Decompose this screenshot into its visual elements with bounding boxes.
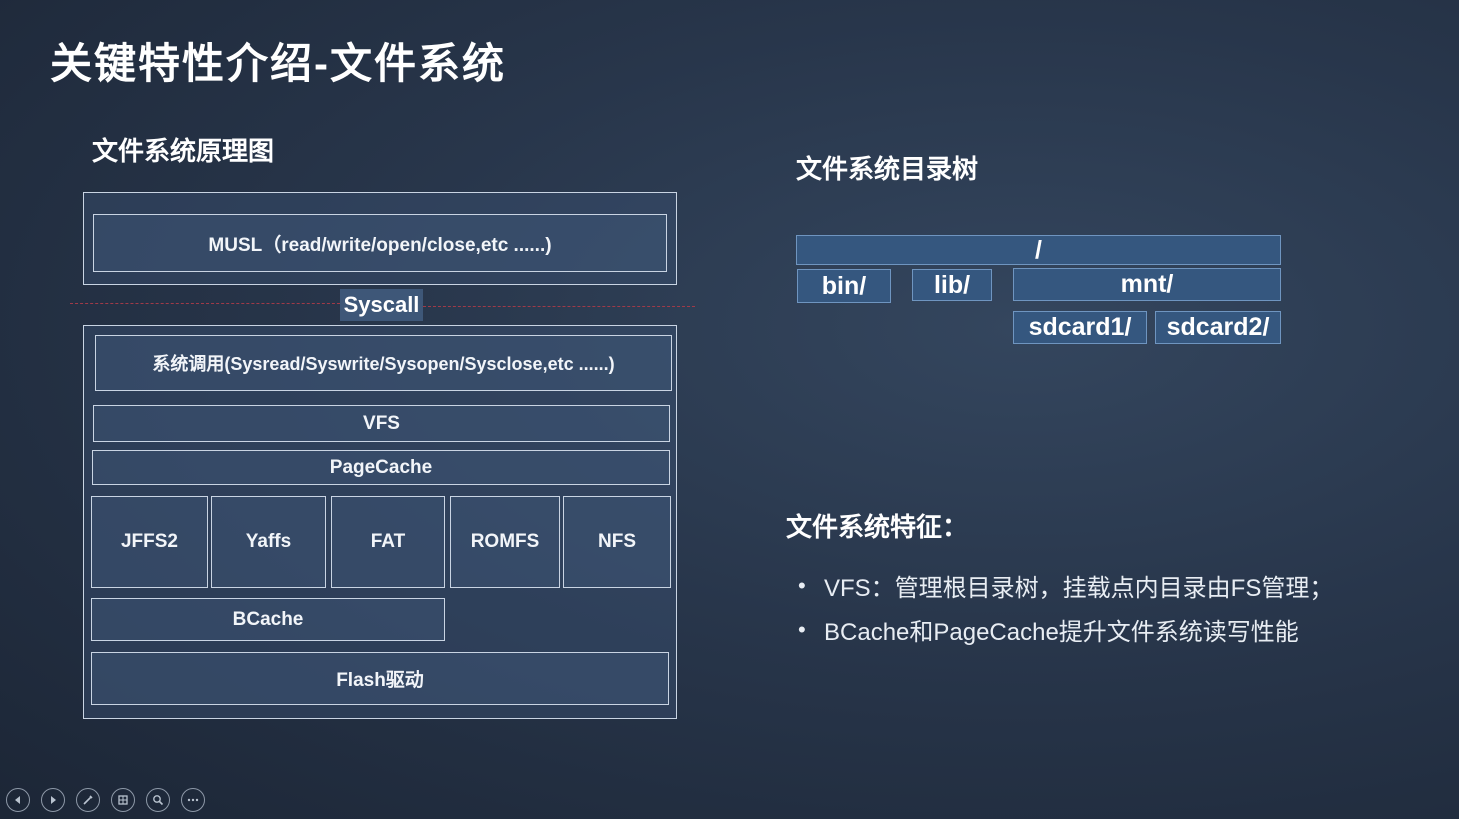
fs-yaffs: Yaffs <box>211 496 326 588</box>
slide-title: 关键特性介绍-文件系统 <box>50 40 506 87</box>
pagecache-layer: PageCache <box>92 450 670 485</box>
musl-layer: MUSL（read/write/open/close,etc ......) <box>93 214 667 272</box>
syscall-boundary-right <box>423 306 695 307</box>
feature-text: VFS：管理根目录树，挂载点内目录由FS管理； <box>824 575 1334 602</box>
feature-item: • BCache和PageCache提升文件系统读写性能 <box>798 612 1299 647</box>
feature-item: • VFS：管理根目录树，挂载点内目录由FS管理； <box>798 568 1333 603</box>
slides-icon[interactable] <box>111 788 135 812</box>
vfs-layer: VFS <box>93 405 670 442</box>
bullet-icon: • <box>798 572 806 598</box>
tree-root: / <box>796 235 1281 265</box>
feature-text: BCache和PageCache提升文件系统读写性能 <box>824 619 1299 646</box>
syscall-boundary-left <box>70 303 340 304</box>
bullet-icon: • <box>798 616 806 642</box>
tree-sdcard2: sdcard2/ <box>1155 311 1281 344</box>
fs-nfs: NFS <box>563 496 671 588</box>
tree-title: 文件系统目录树 <box>796 154 979 184</box>
fs-romfs: ROMFS <box>450 496 560 588</box>
zoom-icon[interactable] <box>146 788 170 812</box>
prev-icon[interactable] <box>6 788 30 812</box>
fs-jffs2: JFFS2 <box>91 496 208 588</box>
tree-bin: bin/ <box>797 269 891 303</box>
syscall-label: Syscall <box>340 289 423 321</box>
tree-mnt: mnt/ <box>1013 268 1281 301</box>
fs-fat: FAT <box>331 496 445 588</box>
flash-driver-layer: Flash驱动 <box>91 652 669 705</box>
tree-sdcard1: sdcard1/ <box>1013 311 1147 344</box>
bcache-layer: BCache <box>91 598 445 641</box>
more-icon[interactable] <box>181 788 205 812</box>
pen-icon[interactable] <box>76 788 100 812</box>
features-title: 文件系统特征： <box>786 512 969 542</box>
diagram-title: 文件系统原理图 <box>92 136 275 166</box>
tree-lib: lib/ <box>912 269 992 301</box>
slideshow-controls <box>6 788 205 812</box>
syscall-layer: 系统调用(Sysread/Syswrite/Sysopen/Sysclose,e… <box>95 335 672 391</box>
next-icon[interactable] <box>41 788 65 812</box>
